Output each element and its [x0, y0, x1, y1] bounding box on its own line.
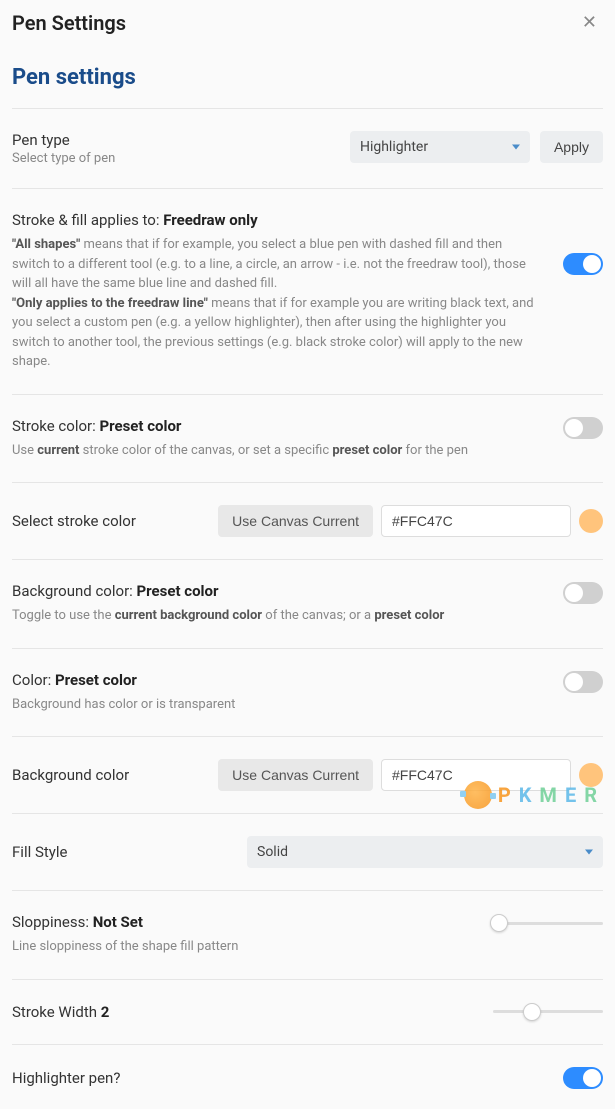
divider: [12, 188, 603, 189]
section-heading: Pen settings: [12, 65, 603, 90]
use-canvas-stroke-button[interactable]: Use Canvas Current: [218, 505, 373, 537]
stroke-hex-input[interactable]: [381, 505, 571, 537]
divider: [12, 648, 603, 649]
close-icon[interactable]: ✕: [576, 10, 603, 35]
divider: [12, 979, 603, 980]
sloppiness-desc: Line sloppiness of the shape fill patter…: [12, 937, 238, 957]
color-desc: Background has color or is transparent: [12, 695, 235, 715]
divider: [12, 108, 603, 109]
bg-color-toggle[interactable]: [563, 582, 603, 604]
stroke-color-label: Stroke color: Preset color: [12, 417, 468, 435]
fill-style-label: Fill Style: [12, 843, 67, 861]
divider: [12, 559, 603, 560]
bg-color-desc: Toggle to use the current background col…: [12, 606, 444, 626]
pen-type-select[interactable]: Highlighter: [350, 131, 530, 163]
stroke-fill-desc: "All shapes" means that if for example, …: [12, 235, 541, 372]
stroke-color-desc: Use current stroke color of the canvas, …: [12, 441, 468, 461]
stroke-fill-toggle[interactable]: [563, 253, 603, 275]
divider: [12, 394, 603, 395]
bg-color-label: Background color: Preset color: [12, 582, 444, 600]
pen-type-label: Pen type: [12, 131, 115, 149]
pen-type-sub: Select type of pen: [12, 151, 115, 166]
stroke-width-slider[interactable]: [493, 1002, 603, 1022]
divider: [12, 482, 603, 483]
stroke-color-swatch[interactable]: [579, 509, 603, 533]
stroke-width-label: Stroke Width 2: [12, 1003, 109, 1021]
highlighter-pen-toggle[interactable]: [563, 1067, 603, 1089]
bg-color-swatch[interactable]: [579, 763, 603, 787]
bg-hex-input[interactable]: [381, 759, 571, 791]
highlighter-pen-label: Highlighter pen?: [12, 1069, 120, 1087]
fill-style-select[interactable]: Solid: [247, 836, 603, 868]
divider: [12, 736, 603, 737]
select-stroke-label: Select stroke color: [12, 512, 136, 530]
dialog-title: Pen Settings: [12, 11, 126, 35]
apply-button[interactable]: Apply: [540, 131, 603, 163]
divider: [12, 1044, 603, 1045]
color-toggle[interactable]: [563, 671, 603, 693]
stroke-fill-label: Stroke & fill applies to: Freedraw only: [12, 211, 541, 229]
use-canvas-bg-button[interactable]: Use Canvas Current: [218, 759, 373, 791]
stroke-color-toggle[interactable]: [563, 417, 603, 439]
divider: [12, 813, 603, 814]
color-label: Color: Preset color: [12, 671, 235, 689]
divider: [12, 890, 603, 891]
sloppiness-label: Sloppiness: Not Set: [12, 913, 238, 931]
sloppiness-slider[interactable]: [493, 913, 603, 933]
bg-select-label: Background color: [12, 766, 129, 784]
